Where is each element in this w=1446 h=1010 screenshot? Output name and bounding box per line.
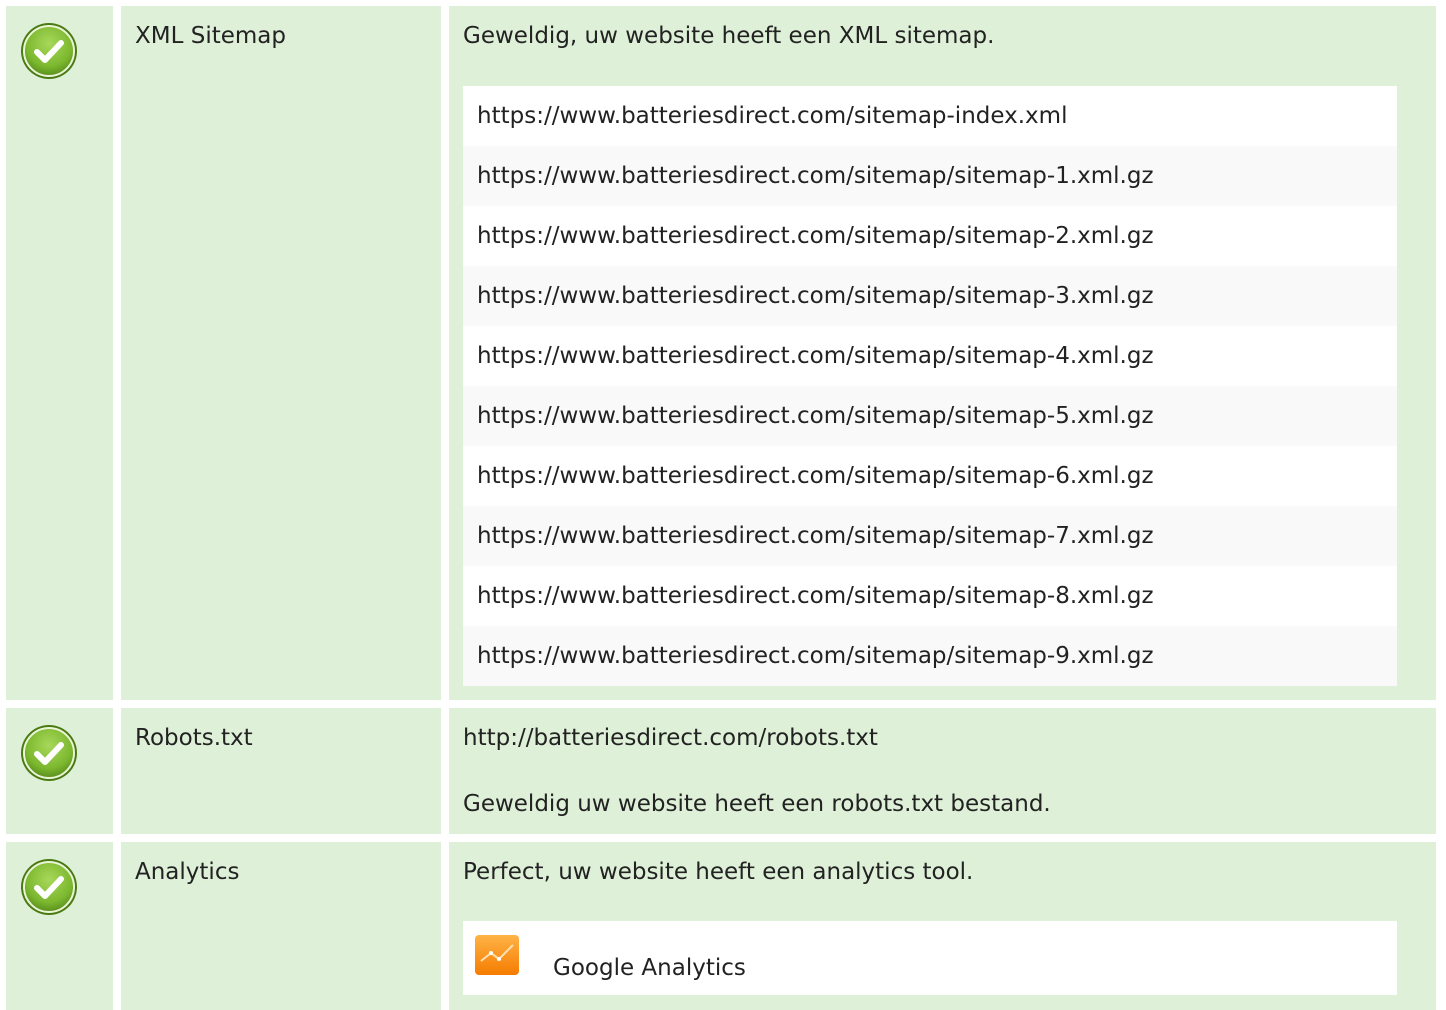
sitemap-url[interactable]: https://www.batteriesdirect.com/sitemap-… [463, 86, 1397, 146]
check-message: Perfect, uw website heeft een analytics … [463, 859, 974, 885]
sitemap-url[interactable]: https://www.batteriesdirect.com/sitemap/… [463, 266, 1397, 326]
sitemap-url[interactable]: https://www.batteriesdirect.com/sitemap/… [463, 446, 1397, 506]
analytics-tool: Google Analytics [463, 921, 1397, 995]
check-circle-icon [21, 859, 77, 915]
check-result-cell: Geweldig, uw website heeft een XML sitem… [449, 6, 1436, 700]
status-cell [6, 708, 113, 834]
check-row-xml-sitemap: XML Sitemap Geweldig, uw website heeft e… [6, 6, 1436, 700]
sitemap-url[interactable]: https://www.batteriesdirect.com/sitemap/… [463, 386, 1397, 446]
check-label: Analytics [135, 859, 240, 885]
google-analytics-icon [475, 935, 519, 975]
check-message: Geweldig, uw website heeft een XML sitem… [463, 23, 995, 49]
analytics-tool-name: Google Analytics [553, 955, 746, 981]
sitemap-url[interactable]: https://www.batteriesdirect.com/sitemap/… [463, 566, 1397, 626]
status-cell [6, 842, 113, 1010]
sitemap-url[interactable]: https://www.batteriesdirect.com/sitemap/… [463, 326, 1397, 386]
check-row-robots-txt: Robots.txt http://batteriesdirect.com/ro… [6, 708, 1436, 834]
sitemap-list: https://www.batteriesdirect.com/sitemap-… [463, 86, 1397, 686]
sitemap-url[interactable]: https://www.batteriesdirect.com/sitemap/… [463, 146, 1397, 206]
check-label: Robots.txt [135, 725, 253, 751]
status-cell [6, 6, 113, 700]
check-label: XML Sitemap [135, 23, 286, 49]
robots-url[interactable]: http://batteriesdirect.com/robots.txt [463, 724, 878, 752]
check-result-cell: http://batteriesdirect.com/robots.txt Ge… [449, 708, 1436, 834]
check-label-cell: Robots.txt [121, 708, 441, 834]
check-message: Geweldig uw website heeft een robots.txt… [463, 791, 1051, 817]
sitemap-url[interactable]: https://www.batteriesdirect.com/sitemap/… [463, 626, 1397, 686]
check-circle-icon [21, 725, 77, 781]
check-label-cell: XML Sitemap [121, 6, 441, 700]
sitemap-url[interactable]: https://www.batteriesdirect.com/sitemap/… [463, 206, 1397, 266]
sitemap-url[interactable]: https://www.batteriesdirect.com/sitemap/… [463, 506, 1397, 566]
check-row-analytics: Analytics Perfect, uw website heeft een … [6, 842, 1436, 1010]
check-label-cell: Analytics [121, 842, 441, 1010]
check-circle-icon [21, 23, 77, 79]
check-result-cell: Perfect, uw website heeft een analytics … [449, 842, 1436, 1010]
